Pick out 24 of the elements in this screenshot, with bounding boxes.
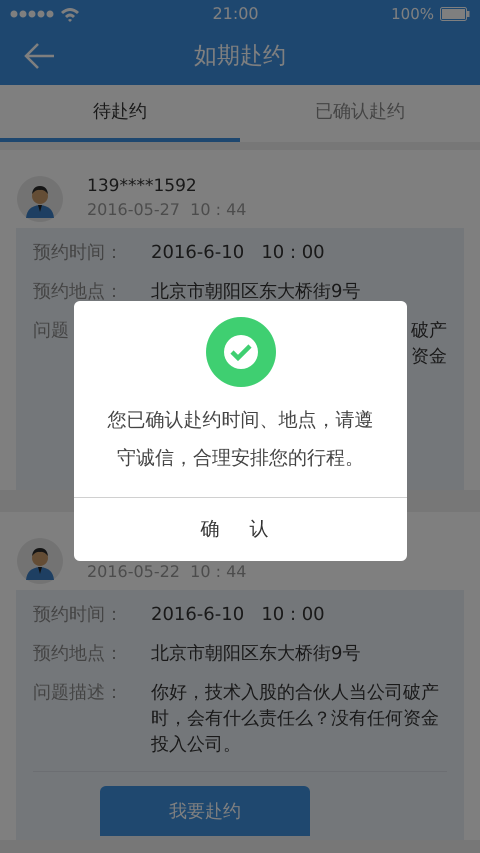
avatar-icon (17, 176, 63, 222)
tab[interactable]: 已确认赴约 (240, 85, 480, 142)
page-title: 如期赴约 (194, 42, 286, 72)
signal-icon (10, 10, 54, 18)
field-value: 北京市朝阳区东大桥街9号 (151, 642, 362, 666)
dialog-message: 您已确认赴约时间、地点，请遵守诚信，合理安排您的行程。 (106, 408, 374, 471)
go-button[interactable]: 我要赴约 (100, 786, 310, 836)
field-value: 2016-6-10 10 : 00 (151, 241, 326, 265)
battery-percent: 100% (391, 4, 434, 25)
confirm-button[interactable]: 确 认 (74, 497, 407, 561)
wifi-icon (60, 6, 80, 22)
field-value: 你好，技术入股的合伙人当公司破产时，会有什么责任么？没有任何资金投入公司。 (151, 681, 440, 757)
field-value: 2016-6-10 10 : 00 (151, 603, 326, 627)
avatar-icon (17, 538, 63, 584)
tab[interactable]: 待赴约 (0, 85, 240, 142)
back-arrow-icon (24, 42, 56, 70)
battery-icon (440, 7, 470, 21)
field-value: 资金 (411, 345, 447, 369)
back-button[interactable] (24, 42, 56, 70)
phone-number: 139****1592 (87, 175, 198, 198)
field-value: 北京市朝阳区东大桥街9号 (151, 280, 362, 304)
clock-time: 21:00 (212, 3, 259, 25)
field-value: 破产 (411, 319, 447, 343)
check-icon (206, 317, 276, 387)
